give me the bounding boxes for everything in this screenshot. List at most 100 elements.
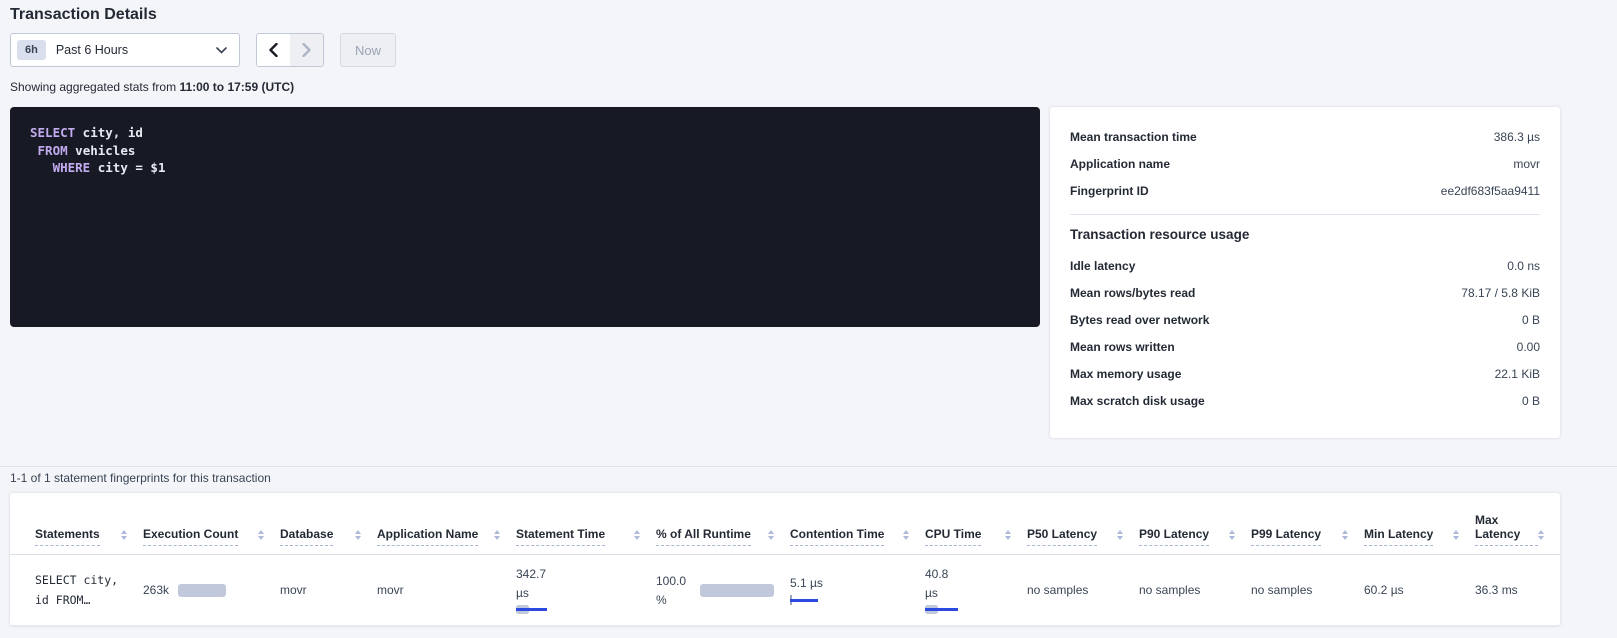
column-header-contention-time[interactable]: Contention Time — [790, 527, 925, 546]
column-label: CPU Time — [925, 527, 981, 546]
column-label: Statements — [35, 527, 100, 546]
execution-count-cell: 263k — [143, 583, 280, 597]
time-range-badge: 6h — [17, 40, 46, 60]
cpu-time-bar-chart — [925, 605, 969, 614]
summary-label: Mean transaction time — [1070, 130, 1197, 144]
statements-table: Statements Execution Count Database Appl… — [10, 493, 1560, 626]
summary-row-application-name: Application name movr — [1070, 150, 1540, 177]
time-range-label: Past 6 Hours — [56, 43, 216, 57]
resource-value: 0 B — [1522, 313, 1540, 327]
statement-time-value: 342.7 — [516, 567, 656, 582]
summary-row-fingerprint-id: Fingerprint ID ee2df683f5aa9411 — [1070, 177, 1540, 204]
application-name-value: movr — [377, 583, 404, 597]
p50-latency-value: no samples — [1027, 583, 1088, 597]
p90-latency-value: no samples — [1139, 583, 1200, 597]
execution-count-value: 263k — [143, 583, 169, 597]
resource-row-max-scratch-disk-usage: Max scratch disk usage 0 B — [1070, 387, 1540, 414]
resource-value: 0.0 ns — [1507, 259, 1540, 273]
stats-note-prefix: Showing aggregated stats from — [10, 80, 179, 94]
resource-row-bytes-read-over-network: Bytes read over network 0 B — [1070, 306, 1540, 333]
time-range-dropdown[interactable]: 6h Past 6 Hours — [10, 33, 240, 67]
transaction-sql-box: SELECT city, id FROM vehicles WHERE city… — [10, 107, 1040, 327]
resource-value: 0 B — [1522, 394, 1540, 408]
column-header-max-latency[interactable]: Max Latency — [1475, 513, 1560, 546]
column-header-pct-of-all-runtime[interactable]: % of All Runtime — [656, 527, 790, 546]
sort-icon — [1342, 530, 1348, 546]
pct-runtime-unit: % — [656, 594, 686, 606]
sort-icon — [1538, 530, 1544, 546]
column-header-p90-latency[interactable]: P90 Latency — [1139, 527, 1251, 546]
transaction-summary-panel: Mean transaction time 386.3 µs Applicati… — [1050, 107, 1560, 438]
sort-icon — [768, 530, 774, 546]
resource-value: 22.1 KiB — [1495, 367, 1540, 381]
resource-value: 0.00 — [1517, 340, 1540, 354]
transaction-details-page: Transaction Details 6h Past 6 Hours Now … — [0, 0, 1617, 638]
column-header-execution-count[interactable]: Execution Count — [143, 527, 280, 546]
column-header-p99-latency[interactable]: P99 Latency — [1251, 527, 1364, 546]
sort-icon — [1229, 530, 1235, 546]
statement-fingerprint-row: SELECT city, id FROM… 263k movr movr — [10, 555, 1560, 626]
summary-value: movr — [1513, 157, 1540, 171]
column-header-min-latency[interactable]: Min Latency — [1364, 527, 1475, 546]
resource-label: Idle latency — [1070, 259, 1135, 273]
statements-table-header-row: Statements Execution Count Database Appl… — [10, 493, 1560, 555]
sort-icon — [121, 530, 127, 546]
summary-value: 386.3 µs — [1494, 130, 1540, 144]
column-header-application-name[interactable]: Application Name — [377, 527, 516, 546]
statement-time-cell: 342.7 µs — [516, 567, 656, 614]
column-label: Min Latency — [1364, 527, 1433, 546]
stats-note-range: 11:00 to 17:59 (UTC) — [179, 80, 294, 94]
sql-keyword: WHERE — [30, 160, 90, 175]
summary-label: Fingerprint ID — [1070, 184, 1149, 198]
previous-time-range-button[interactable] — [257, 34, 290, 66]
contention-time-value: 5.1 µs — [790, 576, 925, 590]
column-header-cpu-time[interactable]: CPU Time — [925, 527, 1027, 546]
resource-label: Max scratch disk usage — [1070, 394, 1205, 408]
cpu-time-value: 40.8 — [925, 567, 1027, 582]
column-label: Application Name — [377, 527, 478, 546]
column-label: P50 Latency — [1027, 527, 1097, 546]
resource-row-idle-latency: Idle latency 0.0 ns — [1070, 252, 1540, 279]
now-button[interactable]: Now — [340, 33, 396, 67]
sort-icon — [634, 530, 640, 546]
statement-text-line1: SELECT city, — [35, 570, 143, 590]
pct-runtime-bar — [700, 584, 774, 597]
sort-icon — [494, 530, 500, 546]
resource-row-mean-rows-bytes-read: Mean rows/bytes read 78.17 / 5.8 KiB — [1070, 279, 1540, 306]
column-label: Contention Time — [790, 527, 884, 546]
column-label: Max Latency — [1475, 513, 1538, 546]
resource-label: Mean rows written — [1070, 340, 1175, 354]
summary-divider — [1070, 214, 1540, 215]
next-time-range-button[interactable] — [290, 34, 323, 66]
sql-text: vehicles — [68, 143, 136, 158]
max-latency-value: 36.3 ms — [1475, 583, 1518, 597]
statement-fingerprint-count: 1-1 of 1 statement fingerprints for this… — [10, 471, 271, 485]
sql-text: city, id — [75, 125, 143, 140]
sql-statement-text: SELECT city, id FROM vehicles WHERE city… — [30, 124, 1020, 177]
column-label: % of All Runtime — [656, 527, 751, 546]
sort-icon — [903, 530, 909, 546]
sort-icon — [355, 530, 361, 546]
statements-table-card: Statements Execution Count Database Appl… — [10, 493, 1560, 626]
statement-link[interactable]: SELECT city, id FROM… — [35, 570, 143, 610]
chevron-down-icon — [216, 47, 227, 54]
database-value: movr — [280, 583, 307, 597]
column-header-statement-time[interactable]: Statement Time — [516, 527, 656, 546]
pct-runtime-value: 100.0 — [656, 574, 686, 589]
sql-text: city = $1 — [90, 160, 165, 175]
page-title: Transaction Details — [10, 6, 157, 24]
aggregated-stats-note: Showing aggregated stats from 11:00 to 1… — [10, 80, 294, 94]
column-header-p50-latency[interactable]: P50 Latency — [1027, 527, 1139, 546]
sort-icon — [1117, 530, 1123, 546]
column-label: Statement Time — [516, 527, 605, 546]
statement-text-line2: id FROM… — [35, 590, 143, 610]
resource-usage-title: Transaction resource usage — [1070, 227, 1540, 242]
p99-latency-value: no samples — [1251, 583, 1312, 597]
time-range-arrows — [256, 33, 324, 67]
column-label: P99 Latency — [1251, 527, 1321, 546]
column-header-statements[interactable]: Statements — [35, 527, 143, 546]
time-controls: 6h Past 6 Hours Now — [10, 33, 396, 67]
column-header-database[interactable]: Database — [280, 527, 377, 546]
section-divider — [0, 466, 1617, 467]
column-label: P90 Latency — [1139, 527, 1209, 546]
